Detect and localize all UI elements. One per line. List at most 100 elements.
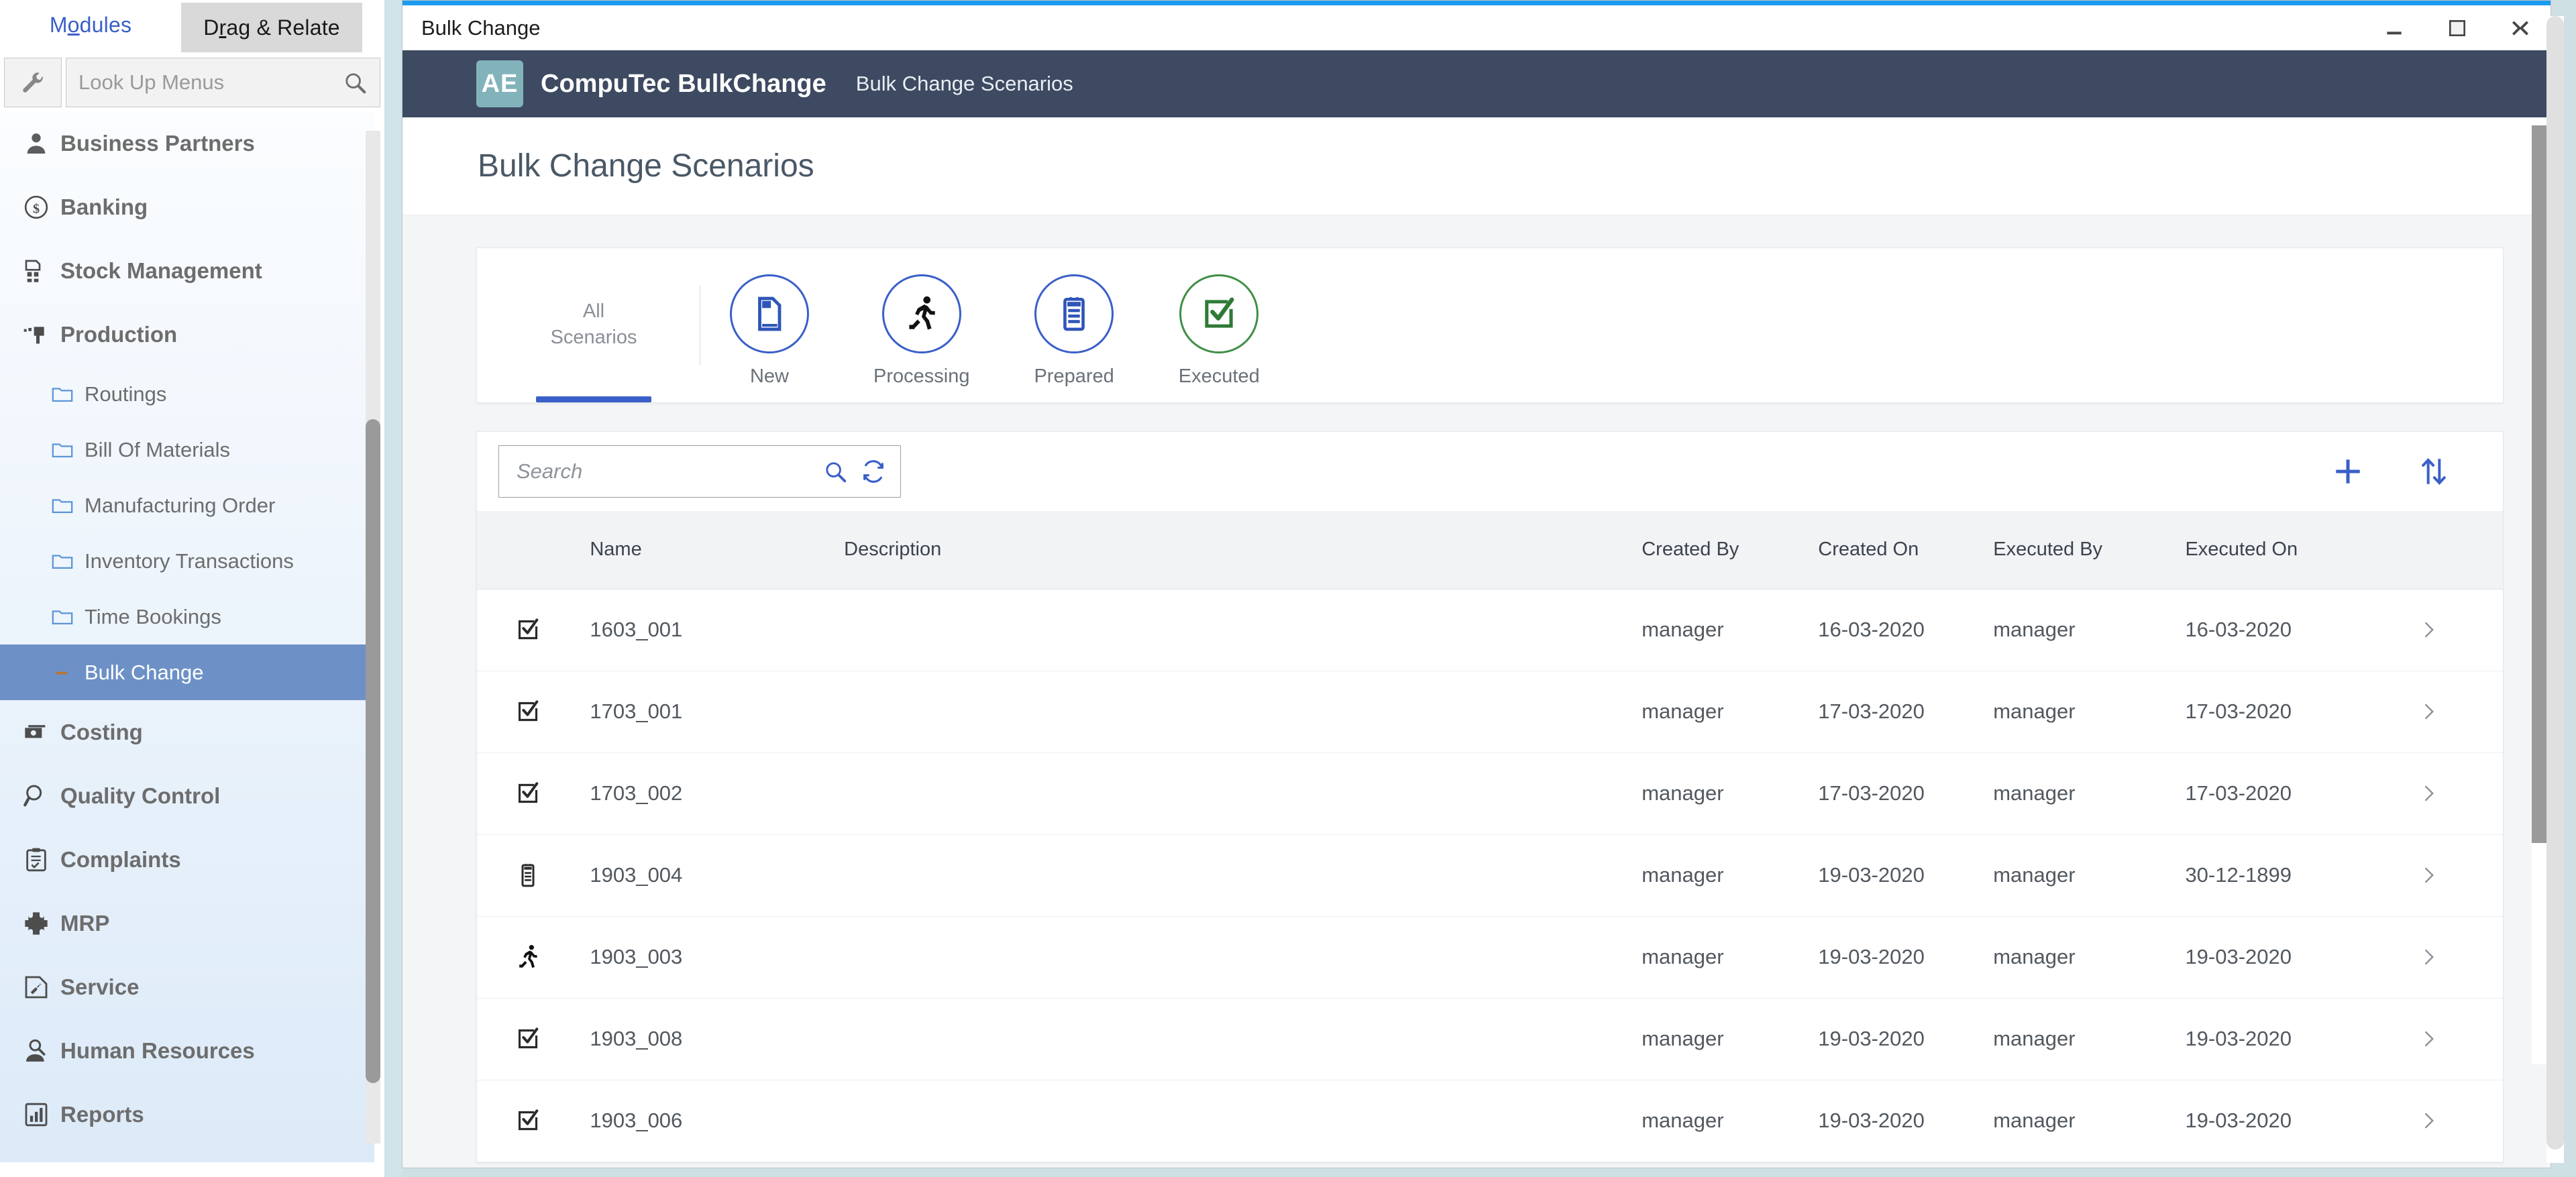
minimize-button[interactable]	[2379, 13, 2410, 44]
sidebar-item-inventory-transactions[interactable]: Inventory Transactions	[0, 533, 374, 589]
row-open-button[interactable]	[2418, 752, 2503, 835]
sidebar-item-bill-of-materials[interactable]: Bill Of Materials	[0, 422, 374, 478]
table-header-row: Name Description Created By Created On E…	[477, 511, 2503, 590]
sidebar-item-label: Bill Of Materials	[85, 437, 231, 461]
row-description	[844, 998, 1642, 1080]
table-row[interactable]: 1703_001 manager 17-03-2020 manager 17-03-20…	[477, 671, 2503, 753]
settings-wrench-button[interactable]	[4, 58, 62, 107]
col-created-on[interactable]: Created On	[1818, 511, 1994, 590]
sidebar-item-manufacturing-order[interactable]: Manufacturing Order	[0, 478, 374, 533]
sidebar-item-mrp[interactable]: MRP	[0, 891, 374, 955]
col-description[interactable]: Description	[844, 511, 1642, 590]
table-row[interactable]: 1703_002 manager 17-03-2020 manager 17-03-20…	[477, 752, 2503, 835]
row-open-button[interactable]	[2418, 671, 2503, 753]
tab-executed-label: Executed	[1178, 366, 1260, 387]
table-head: Name Description Created By Created On E…	[477, 511, 2503, 590]
sidebar-item-production[interactable]: Production	[0, 302, 374, 366]
app-scrollbar-thumb[interactable]	[2532, 125, 2548, 843]
list-toolbar: Search	[477, 432, 2503, 511]
col-executed-by[interactable]: Executed By	[1993, 511, 2186, 590]
sidebar-item-time-bookings[interactable]: Time Bookings	[0, 589, 374, 644]
tab-all-scenarios[interactable]: All Scenarios	[517, 247, 670, 402]
page-title-bar: Bulk Change Scenarios	[402, 117, 2551, 215]
clipboard-check-icon	[12, 846, 60, 873]
table-row[interactable]: 1903_004 manager 19-03-2020 manager 30-12-18…	[477, 834, 2503, 917]
col-created-by[interactable]: Created By	[1642, 511, 1819, 590]
sidebar-item-quality-control[interactable]: Quality Control	[0, 764, 374, 828]
tab-new-label: New	[749, 366, 789, 387]
row-open-button[interactable]	[2418, 1080, 2503, 1162]
chevron-right-icon	[2418, 620, 2503, 640]
row-executed-on: 17-03-2020	[2185, 671, 2418, 753]
plus-icon	[2336, 459, 2360, 484]
sort-button[interactable]	[2410, 448, 2457, 495]
row-created-on: 19-03-2020	[1818, 998, 1994, 1080]
chevron-right-icon	[2418, 783, 2503, 803]
row-executed-by: manager	[1993, 589, 2186, 671]
tab-drag-and-relate[interactable]: Drag & Relate	[181, 3, 362, 52]
dash-icon	[40, 663, 85, 683]
lookup-menus-input[interactable]: Look Up Menus	[66, 58, 380, 107]
col-name[interactable]: Name	[590, 511, 845, 590]
add-scenario-button[interactable]	[2324, 448, 2371, 495]
sidebar-item-bulk-change[interactable]: Bulk Change	[0, 644, 374, 700]
minimize-icon	[2387, 31, 2402, 34]
tab-prepared-circle	[1034, 274, 1114, 353]
search-icon[interactable]	[822, 459, 848, 484]
sidebar-item-label: Banking	[60, 194, 148, 219]
sap-shell-sidebar: Modules Drag & Relate Look Up Menus Busi…	[0, 0, 384, 1177]
row-created-on: 19-03-2020	[1818, 1080, 1994, 1162]
app-scrollbar[interactable]	[2532, 125, 2548, 1064]
search-icon[interactable]	[342, 70, 368, 95]
row-open-button[interactable]	[2418, 998, 2503, 1080]
document-icon	[758, 296, 782, 331]
sidebar-item-costing[interactable]: Costing	[0, 700, 374, 764]
table-row[interactable]: 1903_003 manager 19-03-2020 manager 19-03-20…	[477, 916, 2503, 999]
table-row[interactable]: 1903_008 manager 19-03-2020 manager 19-03-20…	[477, 998, 2503, 1080]
running-person-icon	[515, 944, 590, 970]
row-created-by: manager	[1642, 752, 1819, 835]
window-title-bar[interactable]: Bulk Change	[402, 1, 2551, 50]
sidebar-item-label: Manufacturing Order	[85, 493, 276, 517]
sidebar-scrollbar-thumb[interactable]	[366, 419, 380, 1083]
folder-icon	[40, 439, 85, 461]
sidebar-item-reports[interactable]: Reports	[0, 1082, 374, 1146]
row-executed-by: manager	[1993, 671, 2186, 753]
chevron-right-icon	[2418, 702, 2503, 722]
sidebar-item-human-resources[interactable]: Human Resources	[0, 1019, 374, 1082]
lookup-menus-row: Look Up Menus	[0, 58, 384, 107]
row-open-button[interactable]	[2418, 916, 2503, 999]
search-input[interactable]: Search	[498, 445, 901, 498]
sidebar-item-stock-management[interactable]: Stock Management	[0, 239, 374, 302]
table-body: 1603_001 manager 16-03-2020 manager 16-03-20…	[477, 589, 2503, 1162]
sidebar-item-complaints[interactable]: Complaints	[0, 828, 374, 891]
row-name: 1903_003	[590, 916, 845, 999]
sidebar-item-service[interactable]: Service	[0, 955, 374, 1019]
tab-drag-and-relate-label: Drag & Relate	[203, 15, 340, 40]
sidebar-item-routings[interactable]: Routings	[0, 366, 374, 422]
tab-prepared[interactable]: Prepared	[1034, 247, 1114, 402]
puzzle-icon	[12, 910, 60, 937]
sidebar-scrollbar[interactable]	[366, 131, 380, 1143]
tab-executed[interactable]: Executed	[1179, 247, 1260, 402]
outer-scrollbar-thumb[interactable]	[2546, 16, 2564, 1150]
table-row[interactable]: 1903_006 manager 19-03-2020 manager 19-03-20…	[477, 1080, 2503, 1162]
maximize-button[interactable]	[2442, 13, 2473, 44]
app-header-bar: AE CompuTec BulkChange Bulk Change Scena…	[402, 50, 2551, 117]
page-content: All Scenarios New Processing Prepared Ex…	[402, 215, 2551, 1168]
row-open-button[interactable]	[2418, 834, 2503, 917]
col-executed-on[interactable]: Executed On	[2185, 511, 2418, 590]
close-button[interactable]	[2505, 13, 2536, 44]
row-created-on: 19-03-2020	[1818, 834, 1994, 917]
outer-scrollbar[interactable]	[2546, 16, 2564, 1163]
sidebar-item-banking[interactable]: $ Banking	[0, 175, 374, 239]
tab-processing[interactable]: Processing	[873, 247, 969, 402]
row-open-button[interactable]	[2418, 589, 2503, 671]
table-row[interactable]: 1603_001 manager 16-03-2020 manager 16-03-20…	[477, 589, 2503, 671]
refresh-icon[interactable]	[860, 458, 887, 485]
row-created-by: manager	[1642, 1080, 1819, 1162]
tab-new[interactable]: New	[730, 247, 809, 402]
sidebar-item-label: Quality Control	[60, 783, 221, 808]
tab-modules[interactable]: Modules	[0, 0, 181, 52]
sidebar-item-business-partners[interactable]: Business Partners	[0, 111, 374, 175]
